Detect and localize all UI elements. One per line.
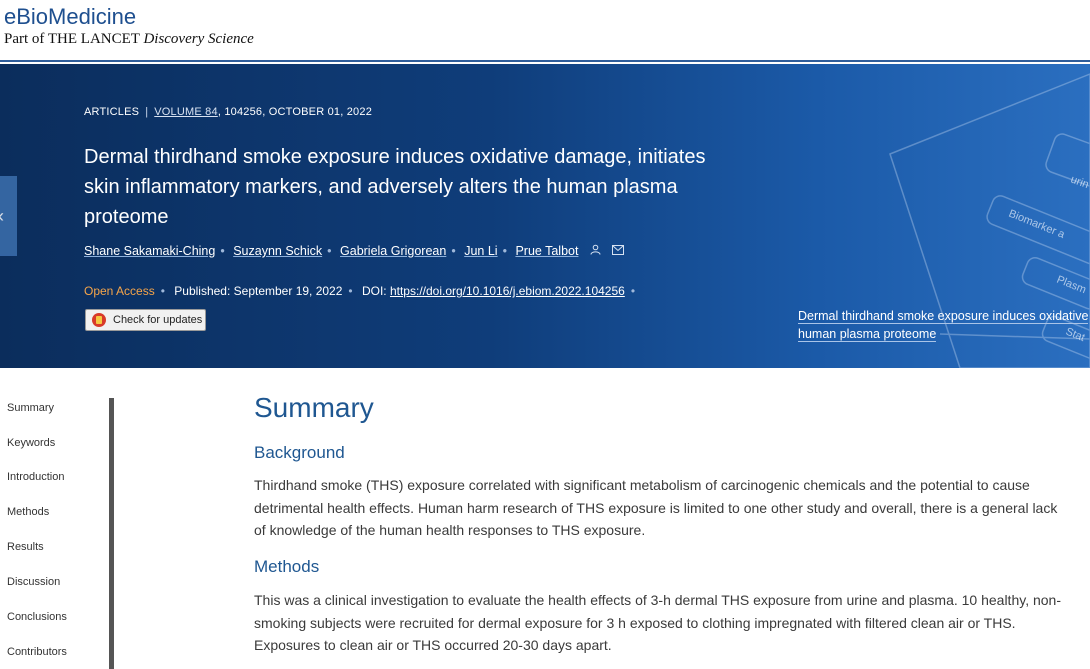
- nav-item-discussion[interactable]: Discussion: [7, 576, 60, 588]
- published-date: September 19, 2022: [233, 284, 343, 298]
- background-paragraph: Thirdhand smoke (THS) exposure correlate…: [254, 477, 1058, 538]
- nav-item-methods[interactable]: Methods: [7, 506, 49, 518]
- summary-heading: Summary: [254, 392, 374, 423]
- methods-paragraph: This was a clinical investigation to eva…: [254, 592, 1061, 653]
- caption-line-1: Dermal thirdhand smoke exposure induces …: [798, 309, 1089, 324]
- article-meta: ARTICLES | VOLUME 84, 104256, OCTOBER 01, …: [84, 106, 373, 118]
- journal-tagline: Part of THE LANCET Discovery Science: [4, 31, 254, 48]
- volume-link[interactable]: VOLUME 84: [154, 106, 218, 118]
- person-icon[interactable]: [590, 244, 604, 258]
- nav-item-contributors[interactable]: Contributors: [7, 646, 67, 658]
- publication-info: Open Access • Published: September 19, 20…: [84, 284, 636, 298]
- article-type: ARTICLES: [84, 106, 140, 118]
- art-label-urine: urin: [1069, 174, 1090, 192]
- nav-item-conclusions[interactable]: Conclusions: [7, 611, 67, 623]
- doi-label: DOI:: [361, 284, 387, 298]
- background-heading: Background: [254, 443, 345, 462]
- nav-item-keywords[interactable]: Keywords: [7, 437, 55, 449]
- left-chevron-icon: ‹: [0, 206, 4, 227]
- author-link[interactable]: Jun Li: [464, 244, 497, 258]
- nav-item-introduction[interactable]: Introduction: [7, 471, 64, 483]
- check-updates-label: Check for updates: [113, 314, 203, 326]
- site-header: eBioMedicine Part of THE LANCET Discover…: [0, 0, 1090, 62]
- issue-info: , 104256, OCTOBER 01, 2022: [217, 106, 373, 118]
- previous-article-button[interactable]: ‹: [0, 176, 17, 256]
- doi-link[interactable]: https://doi.org/10.1016/j.ebiom.2022.104…: [390, 284, 625, 298]
- published-label: Published:: [174, 284, 231, 298]
- art-label-biomarker: Biomarker a: [1007, 208, 1067, 242]
- nav-item-results[interactable]: Results: [7, 541, 44, 553]
- graphical-abstract-caption[interactable]: Dermal thirdhand smoke exposure induces …: [798, 307, 1090, 343]
- tagline-suffix: Discovery Science: [143, 31, 254, 47]
- open-access-label: Open Access: [84, 284, 155, 298]
- article-hero: urin Biomarker a Plasm Stat ‹ ARTICLES|V…: [0, 64, 1090, 368]
- author-link[interactable]: Gabriela Grigorean: [340, 244, 446, 258]
- article-title: Dermal thirdhand smoke exposure induces …: [84, 146, 706, 228]
- check-for-updates-button[interactable]: Check for updates: [85, 309, 206, 331]
- author-link[interactable]: Suzaynn Schick: [233, 244, 322, 258]
- nav-scroll-indicator[interactable]: [109, 398, 114, 669]
- tagline-prefix: Part of THE LANCET: [4, 31, 140, 47]
- envelope-icon[interactable]: [612, 245, 624, 258]
- journal-logo[interactable]: eBioMedicine: [4, 4, 136, 30]
- author-list: Shane Sakamaki-Ching • Suzaynn Schick • Ga…: [84, 244, 624, 258]
- nav-item-summary[interactable]: Summary: [7, 402, 54, 414]
- caption-line-2: human plasma proteome: [798, 327, 937, 342]
- author-link[interactable]: Prue Talbot: [515, 244, 578, 258]
- crossmark-icon: [92, 313, 106, 327]
- section-nav: Summary Keywords Introduction Methods Re…: [0, 370, 116, 669]
- methods-heading: Methods: [254, 557, 320, 576]
- author-link[interactable]: Shane Sakamaki-Ching: [84, 244, 215, 258]
